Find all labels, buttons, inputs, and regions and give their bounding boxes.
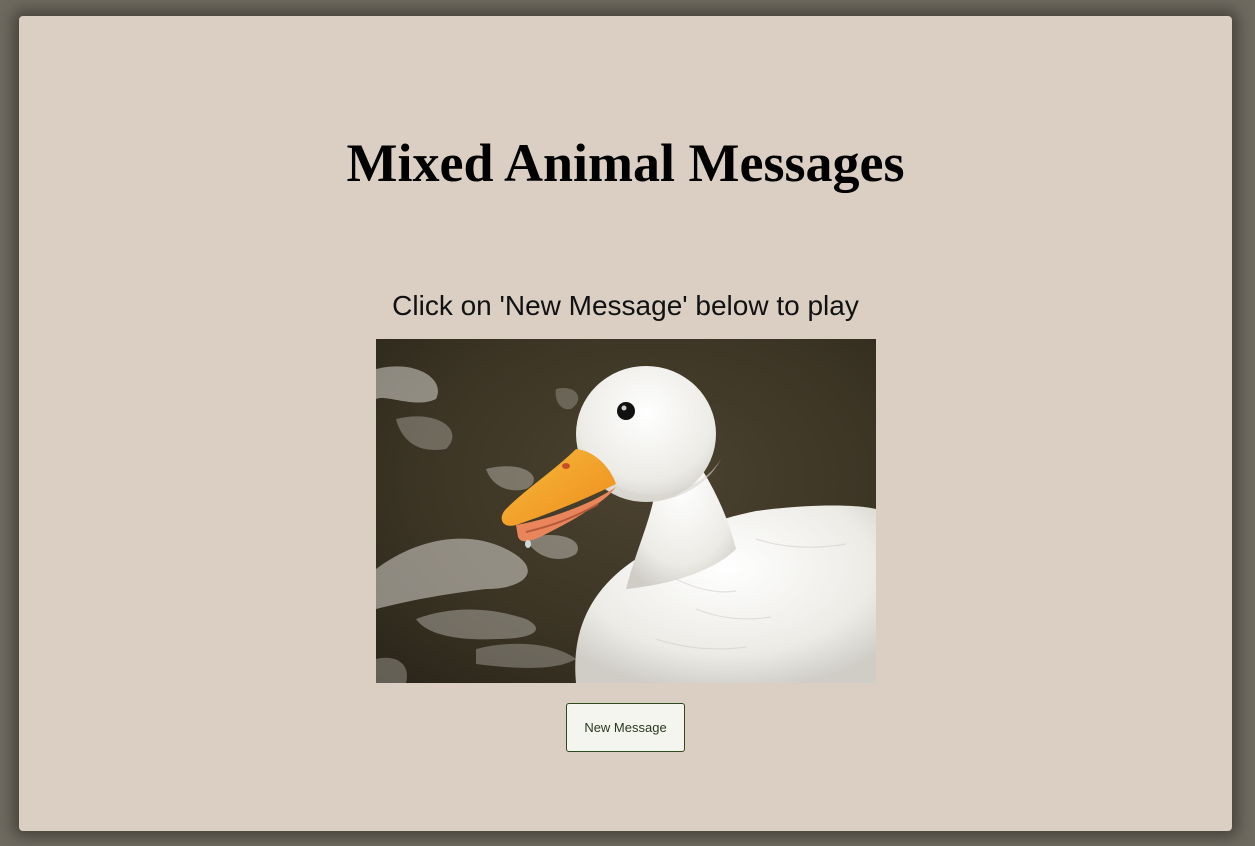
main-card: Mixed Animal Messages Click on 'New Mess…	[19, 16, 1232, 831]
instruction-text: Click on 'New Message' below to play	[392, 290, 859, 321]
new-message-button[interactable]: New Message	[566, 703, 685, 752]
page-title: Mixed Animal Messages	[346, 133, 905, 193]
duck-photo	[376, 339, 876, 683]
